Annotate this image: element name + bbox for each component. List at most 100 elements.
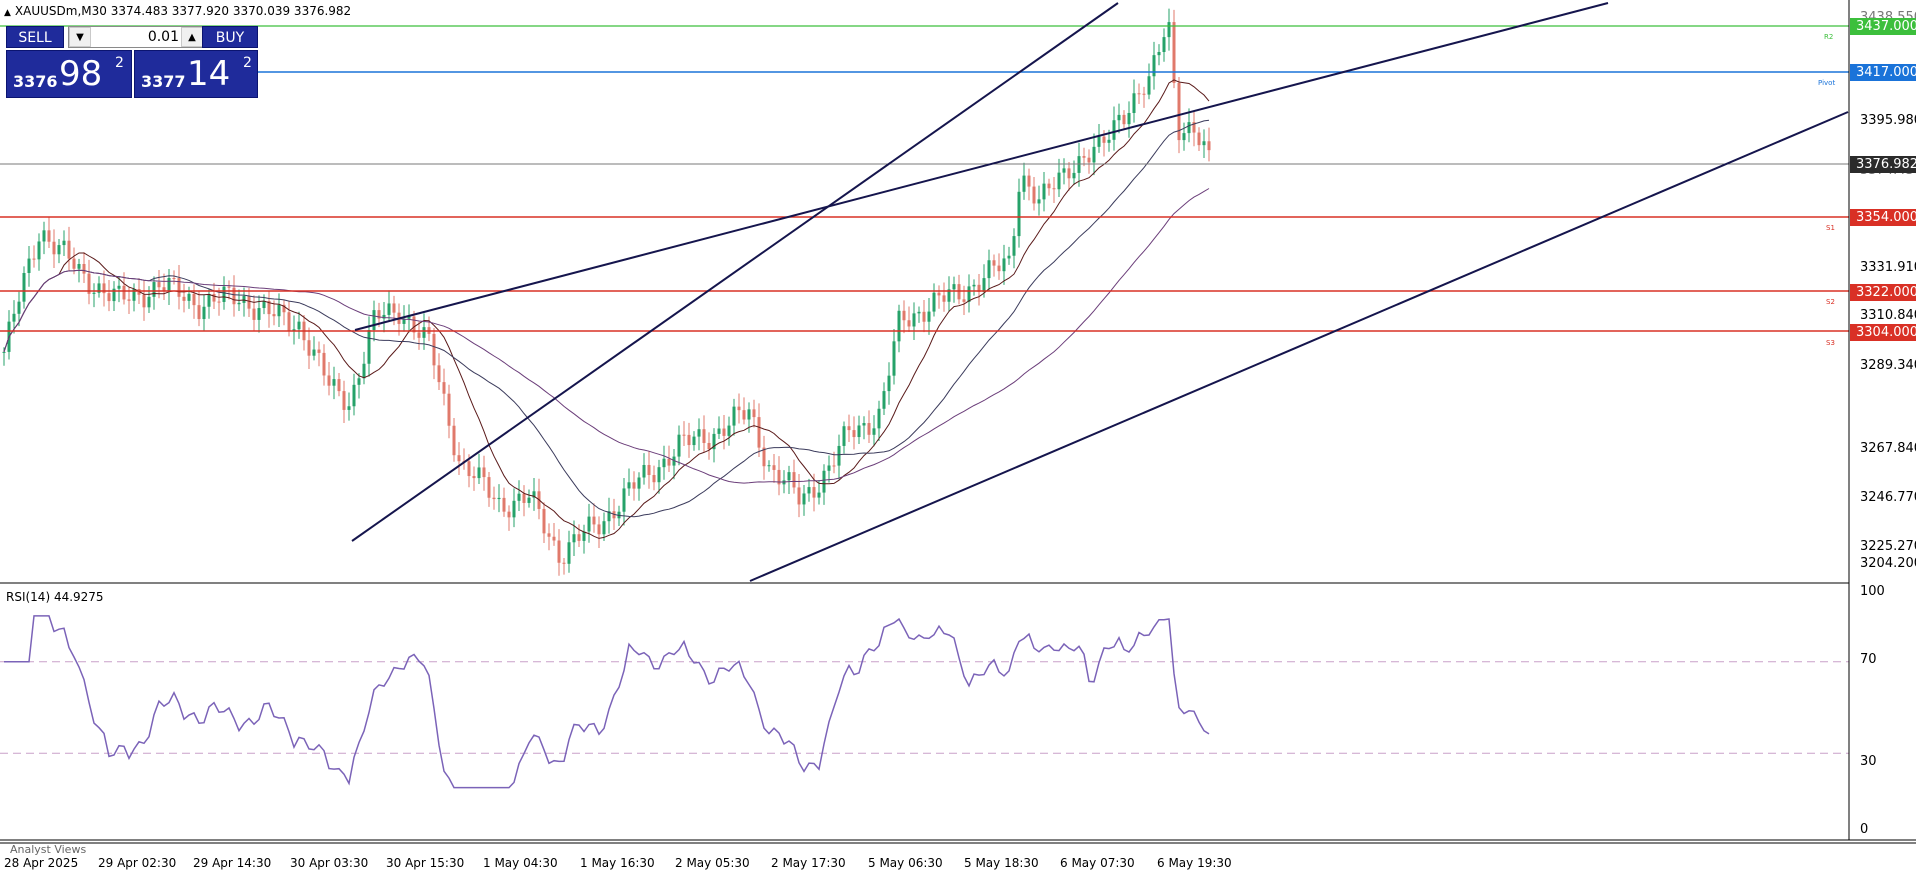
candle-body <box>812 487 816 498</box>
candle-body <box>387 303 391 315</box>
candle-body <box>157 282 161 288</box>
candle-body <box>922 311 926 322</box>
price-tick: 3225.270 <box>1860 539 1916 554</box>
candle-body <box>1007 255 1011 259</box>
candle-body <box>127 299 131 301</box>
buy-button[interactable]: BUY <box>202 26 258 48</box>
candle-body <box>167 278 171 292</box>
candle-body <box>142 294 146 308</box>
candle-body <box>52 241 56 255</box>
candle-body <box>767 465 771 467</box>
level-tag-s1: S1 <box>1826 224 1835 232</box>
candle-body <box>797 487 801 505</box>
candle-body <box>642 464 646 478</box>
lot-increase-icon[interactable]: ▲ <box>181 27 203 47</box>
candle-body <box>707 442 711 450</box>
candle-body <box>212 293 216 302</box>
candle-body <box>472 476 476 479</box>
candle-body <box>662 458 666 468</box>
level-tag-pivot: Pivot <box>1818 79 1836 87</box>
candle-body <box>272 314 276 317</box>
candle-body <box>192 293 196 306</box>
lot-value[interactable]: 0.01 <box>93 27 179 47</box>
candle-body <box>1092 146 1096 163</box>
candle-body <box>362 363 366 379</box>
candle-body <box>1097 136 1101 147</box>
candle-body <box>1072 172 1076 179</box>
candle-body <box>477 467 481 479</box>
candle-body <box>352 384 356 407</box>
candle-body <box>1027 175 1031 187</box>
chart-canvas[interactable] <box>0 0 1916 874</box>
candle-body <box>727 425 731 436</box>
candle-body <box>652 475 656 483</box>
candle-body <box>542 508 546 534</box>
candle-body <box>1107 139 1111 143</box>
candle-body <box>757 417 761 448</box>
candle-body <box>27 258 31 273</box>
candle-body <box>177 278 181 297</box>
candle-body <box>1117 114 1121 121</box>
candle-body <box>2 351 6 353</box>
time-tick: 5 May 06:30 <box>868 856 943 870</box>
candle-body <box>1182 133 1186 141</box>
candle-body <box>587 516 591 532</box>
candle-body <box>257 308 261 320</box>
candle-body <box>197 305 201 320</box>
candle-body <box>242 296 246 303</box>
candle-body <box>752 409 756 418</box>
price-tick: 3331.910 <box>1860 260 1916 275</box>
candle-body <box>667 458 671 466</box>
candle-body <box>1042 183 1046 200</box>
candle-body <box>62 240 66 246</box>
candle-body <box>682 434 686 436</box>
analyst-views-tab[interactable]: Analyst Views <box>10 843 86 856</box>
candle-body <box>1187 122 1191 134</box>
candle-body <box>187 293 191 301</box>
candle-body <box>967 286 971 302</box>
candle-body <box>227 286 231 288</box>
candle-body <box>882 391 886 409</box>
candle-body <box>912 313 916 327</box>
candle-body <box>562 562 566 564</box>
candle-body <box>907 320 911 327</box>
candle-body <box>217 301 221 303</box>
candle-body <box>1002 258 1006 272</box>
sell-button[interactable]: SELL <box>6 26 64 48</box>
sell-price-box[interactable]: 3376 98 2 <box>6 50 132 98</box>
candle-body <box>1197 132 1201 146</box>
time-tick: 29 Apr 02:30 <box>98 856 177 870</box>
candle-body <box>367 330 371 364</box>
candle-body <box>602 521 606 535</box>
candle-body <box>317 349 321 353</box>
candle-body <box>1057 172 1061 190</box>
candle-body <box>372 310 376 331</box>
lot-size-field[interactable]: ▼ 0.01 ▲ <box>68 26 204 48</box>
candle-body <box>1207 141 1211 151</box>
candle-body <box>522 493 526 503</box>
collapse-triangle-icon[interactable]: ▲ <box>4 8 11 18</box>
time-tick: 28 Apr 2025 <box>4 856 79 870</box>
buy-price-box[interactable]: 3377 14 2 <box>134 50 258 98</box>
candle-body <box>437 365 441 383</box>
candle-body <box>567 542 571 564</box>
candle-body <box>182 296 186 301</box>
candle-body <box>552 536 556 541</box>
candle-body <box>452 425 456 456</box>
candle-body <box>1127 112 1131 125</box>
candle-body <box>832 465 836 467</box>
candle-body <box>1112 120 1116 140</box>
candle-body <box>847 426 851 431</box>
candle-body <box>1122 114 1126 125</box>
candle-body <box>1177 82 1181 141</box>
candle-body <box>627 482 631 489</box>
candle-body <box>342 391 346 410</box>
candle-body <box>122 285 126 300</box>
level-badge-r2: 3437.000 <box>1850 18 1916 35</box>
candle-body <box>502 497 506 512</box>
candle-body <box>982 278 986 292</box>
sell-price-fraction: 2 <box>115 55 124 71</box>
candle-body <box>1162 37 1166 52</box>
lot-decrease-icon[interactable]: ▼ <box>69 27 91 47</box>
candle-body <box>252 308 256 320</box>
